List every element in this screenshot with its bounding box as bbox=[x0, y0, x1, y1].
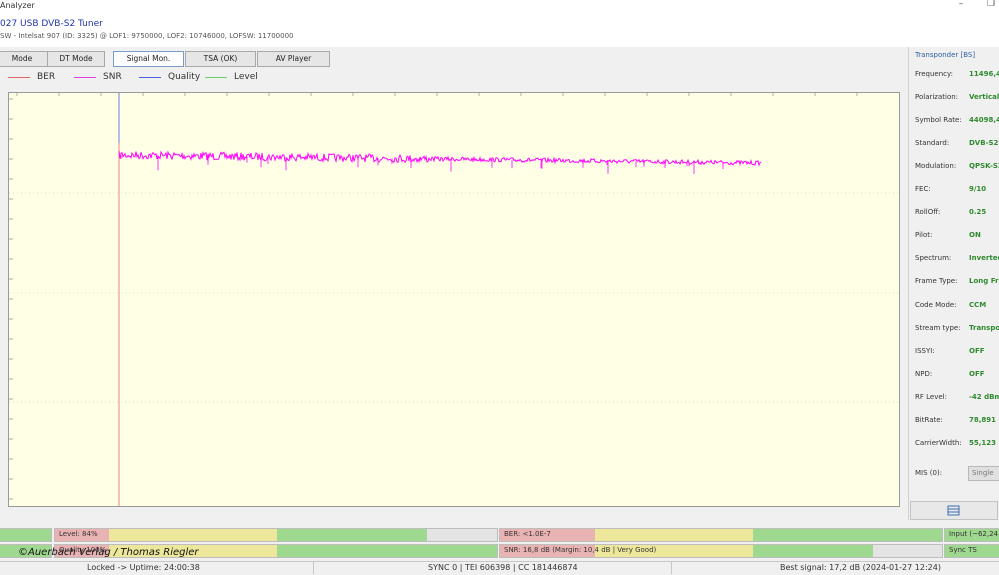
level-meter: Level: 84% bbox=[54, 528, 498, 542]
status-best-signal: Best signal: 17,2 dB (2024-01-27 12:24) bbox=[780, 563, 941, 572]
tab-label: DT Mode bbox=[59, 54, 93, 63]
tab-mode[interactable]: Mode bbox=[0, 51, 48, 67]
prop-value: ON bbox=[969, 231, 981, 239]
prop-label: Standard: bbox=[915, 139, 950, 147]
prop-label: Spectrum: bbox=[915, 254, 952, 262]
mis-select[interactable]: Single bbox=[968, 466, 999, 481]
mis-label: MIS (0): bbox=[915, 469, 943, 477]
prop-label: NPD: bbox=[915, 370, 933, 378]
level-meter-left bbox=[0, 528, 52, 542]
prop-value: QPSK-S2 bbox=[969, 162, 999, 170]
tab-label: Signal Mon. bbox=[126, 54, 171, 63]
prop-value: DVB-S2 bbox=[969, 139, 999, 147]
prop-value: Vertical bbox=[969, 93, 999, 101]
tab-dt-mode[interactable]: DT Mode bbox=[47, 51, 105, 67]
legend-label-quality: Quality bbox=[168, 72, 201, 82]
prop-label: Pilot: bbox=[915, 231, 933, 239]
status-uptime: Locked -> Uptime: 24:00:38 bbox=[87, 563, 200, 572]
snr-meter-label: SNR: 16,8 dB (Margin: 10,4 dB | Very Goo… bbox=[504, 546, 657, 554]
legend-swatch-snr bbox=[74, 77, 96, 78]
status-sync: SYNC 0 | TEI 606398 | CC 181446874 bbox=[428, 563, 578, 572]
tab-label: TSA (OK) bbox=[203, 54, 238, 63]
prop-value: 9/10 bbox=[969, 185, 987, 193]
input-meter-label: Input (~62,24 M bbox=[949, 530, 999, 538]
prop-label: Code Mode: bbox=[915, 301, 957, 309]
signal-plot-svg bbox=[9, 93, 899, 506]
chart-legend: BER SNR Quality Level bbox=[0, 69, 905, 86]
ber-meter-label: BER: <1.0E-7 bbox=[504, 530, 551, 538]
tab-label: AV Player bbox=[275, 54, 312, 63]
prop-label: ISSYI: bbox=[915, 347, 935, 355]
input-meter: Input (~62,24 M bbox=[944, 528, 999, 542]
mis-value: Single bbox=[972, 469, 994, 477]
prop-label: BitRate: bbox=[915, 416, 943, 424]
level-meter-label: Level: 84% bbox=[59, 530, 98, 538]
prop-label: Symbol Rate: bbox=[915, 116, 962, 124]
minimize-button[interactable]: – bbox=[954, 0, 968, 11]
prop-value: -42 dBm bbox=[969, 393, 999, 401]
watermark: ©Auerbach Verlag / Thomas Riegler bbox=[18, 547, 199, 558]
legend-label-snr: SNR bbox=[103, 72, 122, 82]
device-title: 027 USB DVB-S2 Tuner bbox=[0, 19, 103, 29]
tab-av-player[interactable]: AV Player bbox=[257, 51, 330, 67]
transponder-header: Transponder [BS] bbox=[915, 51, 976, 59]
prop-label: Modulation: bbox=[915, 162, 957, 170]
prop-label: Polarization: bbox=[915, 93, 959, 101]
sync-meter-label: Sync TS bbox=[949, 546, 977, 554]
status-divider bbox=[671, 562, 672, 574]
title-bar: Analyzer – ❐ bbox=[0, 0, 999, 14]
device-subtitle: SW - Intelsat 907 (ID: 3325) @ LOF1: 975… bbox=[0, 32, 294, 40]
legend-label-ber: BER bbox=[37, 72, 56, 82]
legend-swatch-ber bbox=[8, 77, 30, 78]
prop-value: OFF bbox=[969, 370, 985, 378]
prop-label: RF Level: bbox=[915, 393, 947, 401]
prop-label: CarrierWidth: bbox=[915, 439, 962, 447]
prop-value: 78,891 M bbox=[969, 416, 999, 424]
prop-value: Inverted bbox=[969, 254, 999, 262]
status-divider bbox=[313, 562, 314, 574]
prop-value: Transpor bbox=[969, 324, 999, 332]
prop-value: 55,123 M bbox=[969, 439, 999, 447]
panel-icon bbox=[947, 505, 960, 516]
legend-swatch-level bbox=[205, 77, 227, 78]
prop-value: OFF bbox=[969, 347, 985, 355]
prop-label: Frame Type: bbox=[915, 277, 958, 285]
prop-label: Stream type: bbox=[915, 324, 961, 332]
signal-plot[interactable] bbox=[8, 92, 900, 507]
prop-label: Frequency: bbox=[915, 70, 954, 78]
legend-swatch-quality bbox=[139, 77, 161, 78]
prop-value: CCM bbox=[969, 301, 987, 309]
prop-value: Long Fra bbox=[969, 277, 999, 285]
device-header: 027 USB DVB-S2 Tuner SW - Intelsat 907 (… bbox=[0, 14, 999, 47]
panel-toggle-button[interactable] bbox=[910, 501, 998, 520]
prop-value: 44098,43 bbox=[969, 116, 999, 124]
tab-label: Mode bbox=[11, 54, 33, 63]
prop-label: RollOff: bbox=[915, 208, 941, 216]
snr-meter: SNR: 16,8 dB (Margin: 10,4 dB | Very Goo… bbox=[499, 544, 943, 558]
tab-signal-mon[interactable]: Signal Mon. bbox=[113, 51, 184, 67]
tab-tsa[interactable]: TSA (OK) bbox=[185, 51, 256, 67]
prop-label: FEC: bbox=[915, 185, 931, 193]
prop-value: 11496,43 bbox=[969, 70, 999, 78]
ber-meter: BER: <1.0E-7 bbox=[499, 528, 943, 542]
window-title: Analyzer bbox=[0, 1, 35, 10]
restore-button[interactable]: ❐ bbox=[984, 0, 998, 11]
prop-value: 0.25 bbox=[969, 208, 987, 216]
sync-meter: Sync TS bbox=[944, 544, 999, 558]
legend-label-level: Level bbox=[234, 72, 258, 82]
